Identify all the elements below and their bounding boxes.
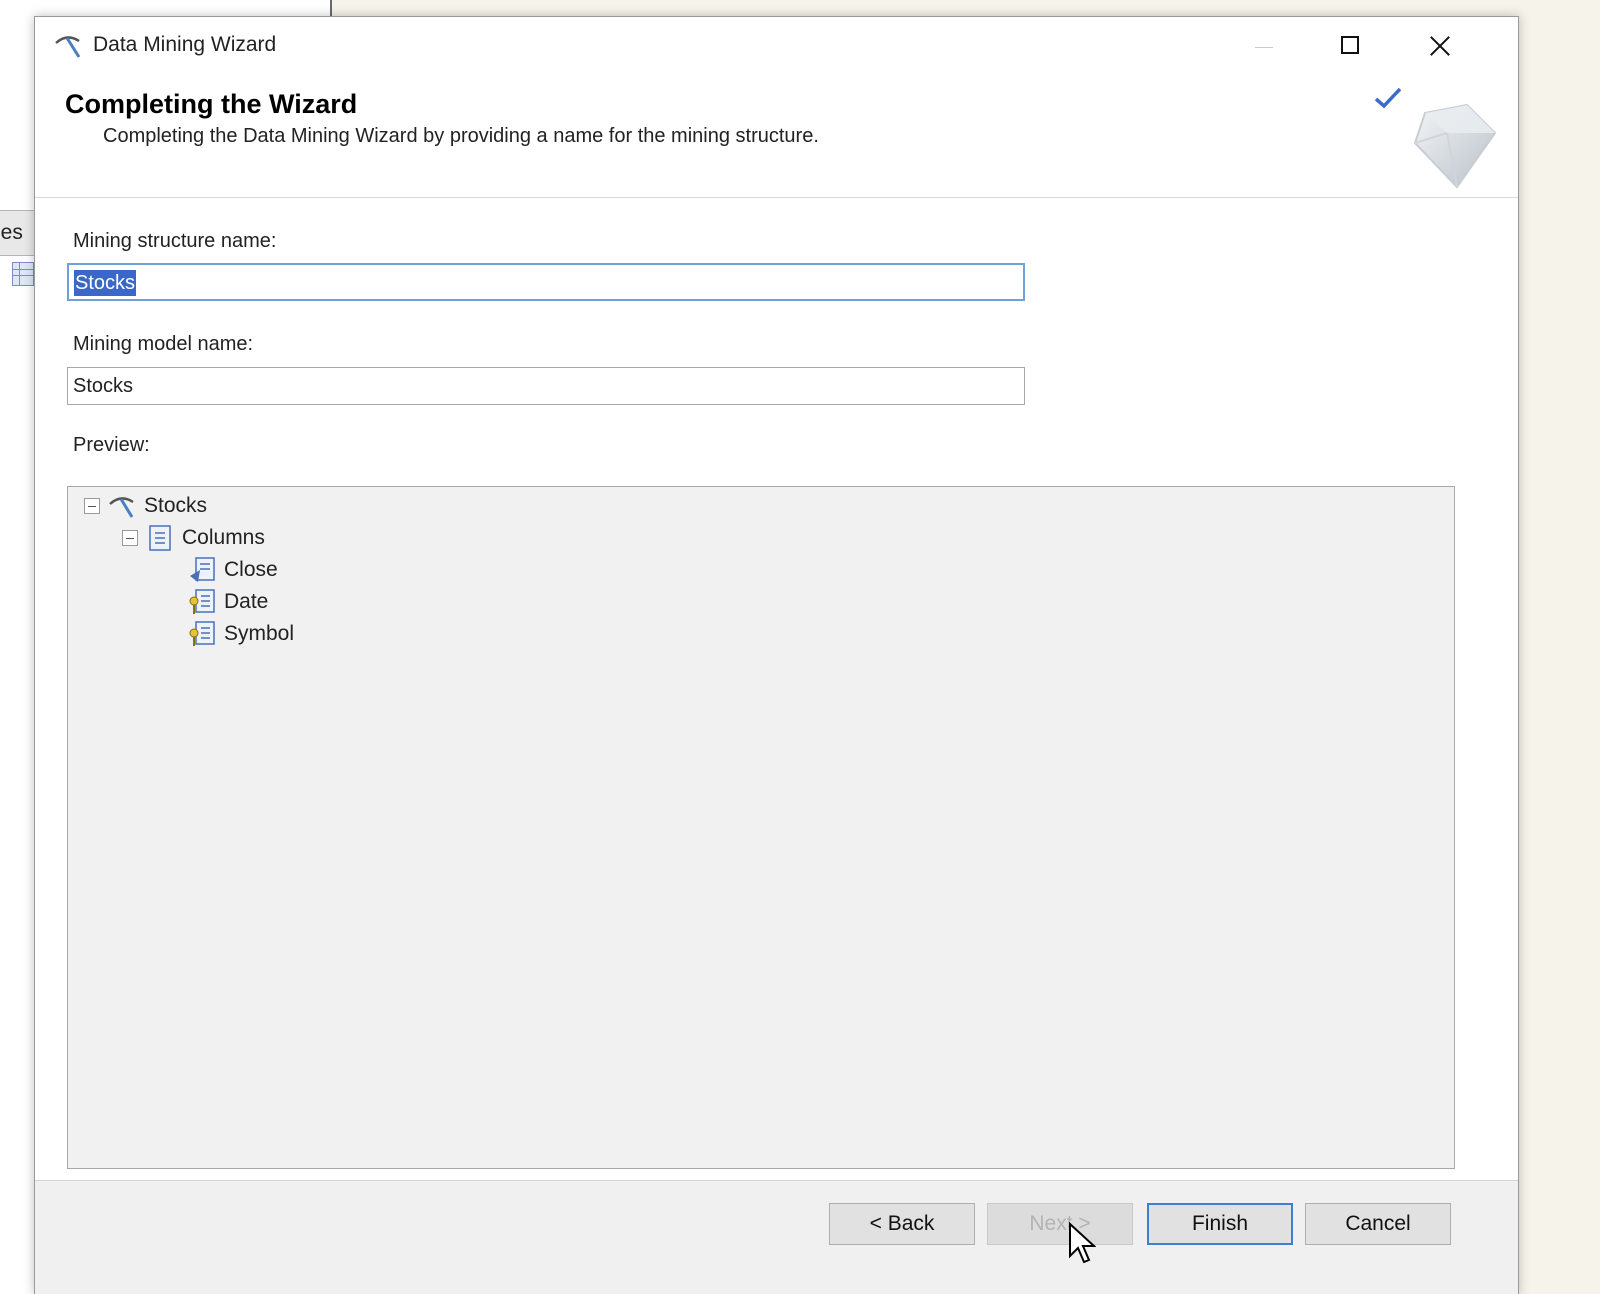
tree-node-columns[interactable]: Columns: [122, 523, 265, 553]
diamond-icon: [1413, 103, 1497, 189]
window-title: Data Mining Wizard: [93, 33, 277, 56]
finish-button[interactable]: Finish: [1147, 1203, 1293, 1245]
wizard-header: Completing the Wizard Completing the Dat…: [35, 75, 1518, 198]
model-name-label: Mining model name:: [73, 333, 254, 355]
header-graphic: [1365, 81, 1515, 197]
next-button[interactable]: Next >: [987, 1203, 1133, 1245]
wizard-dialog: Data Mining Wizard Completing the Wizard…: [34, 16, 1519, 1294]
columns-folder-icon: [149, 525, 171, 551]
cancel-button[interactable]: Cancel: [1305, 1203, 1451, 1245]
page-title: Completing the Wizard: [65, 89, 358, 119]
tree-node-symbol[interactable]: Symbol: [188, 619, 294, 649]
model-name-input[interactable]: Stocks: [67, 367, 1025, 405]
collapse-toggle[interactable]: [122, 530, 138, 546]
background-tab[interactable]: les: [0, 210, 37, 256]
collapse-toggle[interactable]: [84, 498, 100, 514]
tree-label-symbol: Symbol: [224, 622, 295, 645]
minimize-button[interactable]: [1233, 21, 1293, 71]
title-bar: Data Mining Wizard: [35, 17, 1518, 75]
mouse-cursor-icon: [1069, 1222, 1096, 1264]
predict-column-icon: [190, 557, 215, 582]
key-column-icon: [189, 621, 215, 646]
tree-label-structure: Stocks: [144, 494, 208, 517]
tree-node-date[interactable]: Date: [188, 587, 268, 617]
wizard-footer: < Back Next > Finish Cancel: [35, 1180, 1518, 1294]
model-name-value: Stocks: [73, 375, 134, 397]
tree-label-columns: Columns: [182, 526, 265, 549]
key-column-icon: [189, 589, 215, 614]
table-icon: [12, 262, 34, 286]
background-tab-label: les: [0, 221, 23, 244]
back-button[interactable]: < Back: [829, 1203, 975, 1245]
preview-tree[interactable]: Stocks Columns Close Date Symbol: [67, 486, 1455, 1169]
wizard-body: Mining structure name: Stocks Mining mod…: [35, 198, 1518, 1180]
mining-pick-icon: [55, 36, 81, 58]
maximize-button[interactable]: [1321, 21, 1381, 71]
preview-label: Preview:: [73, 434, 150, 456]
structure-name-value: Stocks: [74, 270, 137, 296]
tree-label-close: Close: [224, 558, 278, 581]
structure-name-label: Mining structure name:: [73, 230, 277, 252]
page-subtitle: Completing the Data Mining Wizard by pro…: [103, 125, 819, 147]
mining-structure-icon: [109, 497, 134, 518]
tree-label-date: Date: [224, 590, 269, 613]
structure-name-input[interactable]: Stocks: [67, 263, 1025, 301]
close-button[interactable]: [1411, 21, 1471, 71]
tree-node-structure[interactable]: Stocks: [84, 491, 207, 521]
tree-node-close[interactable]: Close: [188, 555, 278, 585]
